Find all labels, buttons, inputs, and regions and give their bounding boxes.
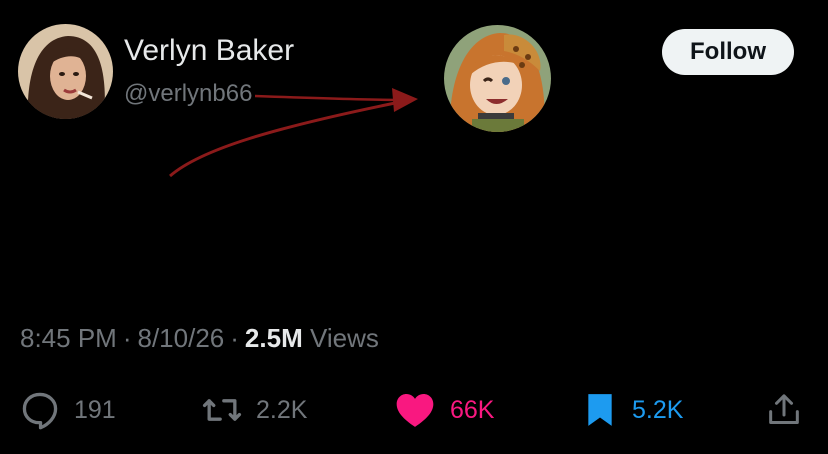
share-icon	[764, 388, 804, 432]
bookmark-icon	[580, 388, 620, 432]
like-count: 66K	[450, 395, 495, 424]
share-button[interactable]	[764, 384, 804, 436]
tagged-user-avatar[interactable]	[444, 25, 551, 132]
heart-icon	[392, 388, 438, 432]
reply-count: 191	[74, 395, 116, 424]
like-button[interactable]: 66K	[392, 384, 494, 436]
tweet-meta: 8:45 PM · 8/10/26 · 2.5M Views	[20, 323, 379, 354]
author-display-name[interactable]: Verlyn Baker	[124, 34, 294, 68]
tweet-time[interactable]: 8:45 PM	[20, 323, 117, 353]
reply-button[interactable]: 191	[18, 384, 116, 436]
meta-separator: ·	[230, 323, 239, 353]
views-label[interactable]: Views	[310, 323, 379, 353]
views-count[interactable]: 2.5M	[245, 323, 303, 353]
retweet-icon	[200, 388, 244, 432]
author-handle[interactable]: @verlynb66	[124, 80, 252, 108]
follow-button[interactable]: Follow	[662, 29, 794, 75]
reply-icon	[18, 388, 62, 432]
author-avatar[interactable]	[18, 24, 113, 119]
bookmark-count: 5.2K	[632, 395, 684, 424]
bookmark-button[interactable]: 5.2K	[580, 384, 683, 436]
action-bar: 191 2.2K 66K 5.2K	[0, 384, 828, 436]
tweet-text	[20, 172, 820, 260]
tweet-date[interactable]: 8/10/26	[138, 323, 225, 353]
meta-separator: ·	[122, 323, 132, 353]
retweet-count: 2.2K	[256, 395, 308, 424]
retweet-button[interactable]: 2.2K	[200, 384, 307, 436]
